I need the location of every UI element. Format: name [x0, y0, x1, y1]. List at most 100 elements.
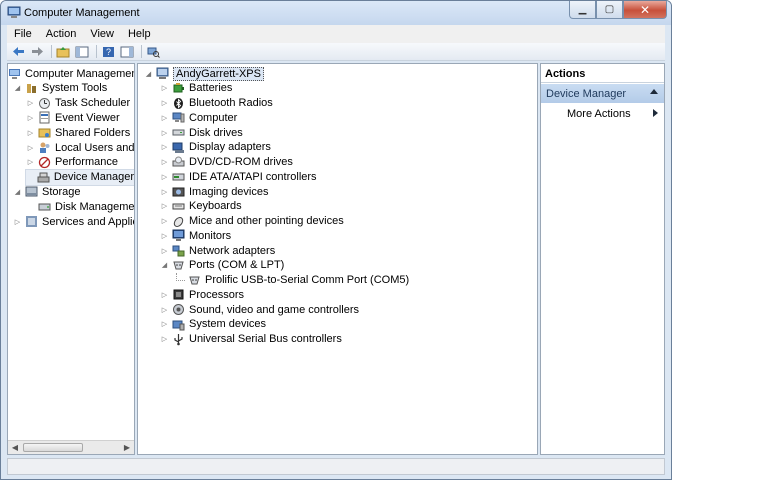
collapsed-arrow-icon[interactable]: ▷ [26, 99, 35, 108]
device-category[interactable]: ▷ Mice and other pointing devices [160, 214, 344, 229]
ide-controller-icon [172, 173, 185, 181]
console-tree-item[interactable]: ▷ Task Scheduler [26, 96, 130, 111]
device-item-label: Prolific USB-to-Serial Comm Port (COM5) [205, 274, 410, 286]
device-category[interactable]: ▷ Keyboards [160, 199, 242, 214]
console-tree-item[interactable]: Device Manager [25, 168, 134, 186]
computer-icon [172, 112, 185, 123]
device-category[interactable]: ▷ System devices [160, 317, 266, 332]
device-category-label: Processors [189, 288, 245, 301]
more-actions-item[interactable]: More Actions [567, 108, 631, 120]
scan-hardware-icon [147, 47, 160, 58]
close-button[interactable]: ✕ [623, 1, 667, 19]
collapsed-arrow-icon[interactable]: ▷ [160, 305, 169, 314]
show-action-pane-button[interactable] [119, 45, 135, 59]
device-category-label: DVD/CD-ROM drives [189, 156, 293, 168]
help-button[interactable]: ? [100, 45, 116, 59]
collapsed-arrow-icon[interactable]: ▷ [160, 202, 169, 211]
menu-file[interactable]: File [7, 28, 39, 40]
console-tree-item[interactable]: ▷ Shared Folders [26, 125, 130, 140]
imaging-icon [172, 187, 185, 197]
collapsed-arrow-icon[interactable]: ▷ [160, 113, 169, 122]
collapsed-arrow-icon[interactable]: ▷ [26, 128, 35, 137]
device-category[interactable]: ▷ Monitors [160, 228, 231, 243]
device-category[interactable]: ▷ IDE ATA/ATAPI controllers [160, 169, 317, 184]
up-level-button[interactable] [55, 45, 71, 59]
collapsed-arrow-icon[interactable]: ▷ [26, 143, 35, 152]
scroll-right-button[interactable]: ▶ [120, 441, 134, 454]
performance-icon [38, 156, 51, 168]
console-tree-item-label: Event Viewer [55, 111, 120, 124]
battery-icon [173, 82, 184, 93]
console-tree-item[interactable]: ◢ Storage [13, 184, 81, 199]
device-category[interactable]: ▷ Imaging devices [160, 184, 269, 199]
console-tree-item[interactable]: ▷ Local Users and Gr [26, 140, 134, 155]
back-button[interactable] [10, 45, 26, 59]
scroll-left-button[interactable]: ◀ [8, 441, 22, 454]
menu-help[interactable]: Help [121, 28, 158, 40]
collapsed-arrow-icon[interactable]: ▷ [26, 113, 35, 122]
console-tree-item-label: Shared Folders [55, 126, 131, 139]
device-category[interactable]: ▷ Processors [160, 287, 244, 302]
device-category[interactable]: ▷ Batteries [160, 81, 233, 96]
device-item[interactable]: Prolific USB-to-Serial Comm Port (COM5) [176, 273, 409, 288]
device-category[interactable]: ▷ Network adapters [160, 243, 275, 258]
console-tree-item[interactable]: ▷ Services and Applicat [13, 214, 134, 229]
scroll-thumb[interactable] [23, 443, 83, 452]
forward-button[interactable] [29, 45, 45, 59]
device-category-label: Universal Serial Bus controllers [189, 333, 342, 345]
expanded-arrow-icon[interactable]: ◢ [13, 84, 22, 93]
device-category[interactable]: ▷ Sound, video and game controllers [160, 302, 359, 317]
expanded-arrow-icon[interactable]: ◢ [144, 69, 153, 78]
device-category-label: Keyboards [189, 200, 242, 213]
console-tree-pane: Computer Management ◢ System Tools ▷ Task Sc… [7, 63, 135, 455]
scan-hardware-button[interactable] [145, 45, 161, 59]
expanded-arrow-icon[interactable]: ◢ [160, 261, 169, 270]
device-category[interactable]: ▷ Bluetooth Radios [160, 96, 273, 111]
local-users-icon [40, 142, 50, 153]
collapsed-arrow-icon[interactable]: ▷ [26, 158, 35, 167]
console-tree-item[interactable]: ▷ Event Viewer [26, 110, 120, 125]
submenu-arrow-icon [653, 109, 658, 117]
actions-pane: Actions Device Manager More Actions [540, 63, 665, 455]
collapsed-arrow-icon[interactable]: ▷ [160, 143, 169, 152]
console-tree-item[interactable]: Computer Management [8, 66, 134, 81]
device-category[interactable]: ▷ DVD/CD-ROM drives [160, 155, 293, 170]
collapsed-arrow-icon[interactable]: ▷ [160, 290, 169, 299]
device-category-label: Batteries [189, 82, 233, 95]
mouse-icon [173, 216, 184, 227]
collapsed-arrow-icon[interactable]: ▷ [160, 172, 169, 181]
show-hide-tree-button[interactable] [74, 45, 90, 59]
menu-view[interactable]: View [83, 28, 121, 40]
actions-section-device-manager[interactable]: Device Manager [541, 84, 664, 103]
device-category[interactable]: ▷ Display adapters [160, 140, 271, 155]
collapsed-arrow-icon[interactable]: ▷ [160, 231, 169, 240]
collapsed-arrow-icon[interactable]: ▷ [13, 217, 22, 226]
collapsed-arrow-icon[interactable]: ▷ [160, 128, 169, 137]
device-category[interactable]: ▷ Disk drives [160, 125, 243, 140]
console-tree-horizontal-scrollbar[interactable]: ◀ ▶ [8, 440, 134, 454]
collapsed-arrow-icon[interactable]: ▷ [160, 99, 169, 108]
device-category[interactable]: ▷ Universal Serial Bus controllers [160, 332, 342, 347]
device-tree-host[interactable]: ◢ AndyGarrett-XPS [144, 66, 264, 81]
device-category[interactable]: ▷ Computer [160, 110, 238, 125]
svg-text:?: ? [105, 47, 110, 57]
system-tools-icon [27, 83, 36, 93]
title-bar[interactable]: Computer Management ▁ ▢ ✕ [1, 1, 671, 25]
collapsed-arrow-icon[interactable]: ▷ [160, 320, 169, 329]
toolbar-separator [96, 45, 97, 58]
console-tree-item[interactable]: ◢ System Tools [13, 81, 107, 96]
expanded-arrow-icon[interactable]: ◢ [13, 187, 22, 196]
console-tree-item[interactable]: Disk Management [26, 199, 134, 214]
device-category[interactable]: ◢ Ports (COM & LPT) [160, 258, 285, 273]
collapsed-arrow-icon[interactable]: ▷ [160, 246, 169, 255]
minimize-button[interactable]: ▁ [569, 1, 596, 19]
collapsed-arrow-icon[interactable]: ▷ [160, 187, 169, 196]
collapsed-arrow-icon[interactable]: ▷ [160, 158, 169, 167]
menu-action[interactable]: Action [39, 28, 84, 40]
collapsed-arrow-icon[interactable]: ▷ [160, 335, 169, 344]
console-tree-item[interactable]: ▷ Performance [26, 155, 118, 170]
maximize-button[interactable]: ▢ [596, 1, 623, 19]
collapsed-arrow-icon[interactable]: ▷ [160, 217, 169, 226]
collapsed-arrow-icon[interactable]: ▷ [160, 84, 169, 93]
